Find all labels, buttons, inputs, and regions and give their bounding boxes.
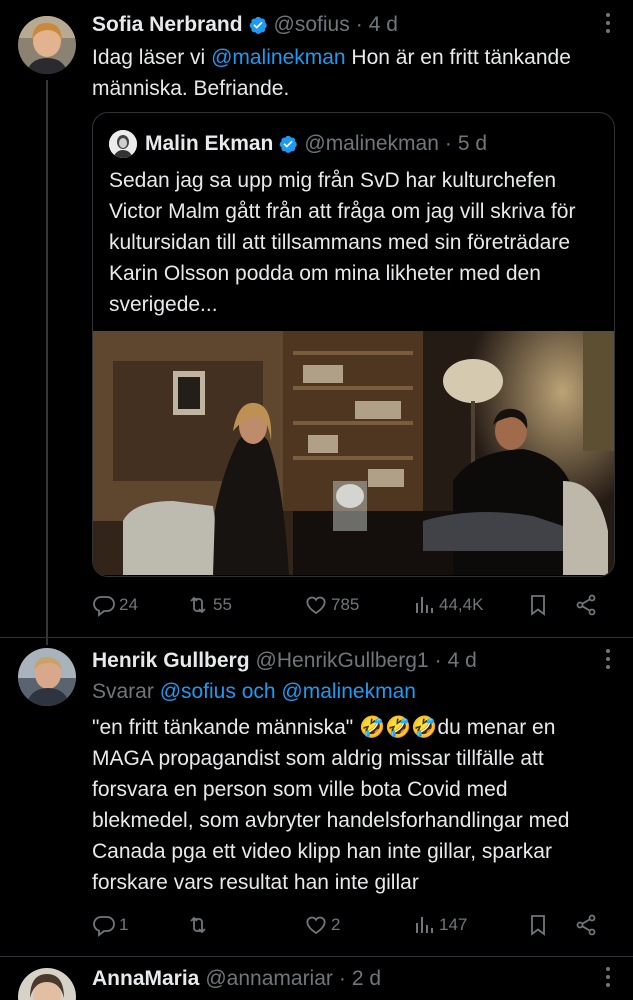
like-count: 2 [331,915,341,934]
divider [0,637,633,638]
heart-icon [306,596,326,615]
tweet-header: Henrik Gullberg @HenrikGullberg1 · 4 d [92,644,477,678]
author-handle[interactable]: @sofius [274,13,350,37]
share-button[interactable] [574,913,604,937]
reply-to-links[interactable]: @sofius och @malinekman [160,680,416,703]
more-options-icon[interactable] [605,12,611,34]
quote-header: Malin Ekman @malinekman · 5 d [109,127,487,161]
quoted-tweet[interactable]: Malin Ekman @malinekman · 5 d Sedan jag … [92,112,615,577]
author-name[interactable]: Sofia Nerbrand [92,13,243,37]
bookmark-button[interactable] [526,593,574,617]
views-count: 44,4K [439,595,484,614]
tweet-text: "en fritt tänkande människa" 🤣🤣🤣du menar… [92,716,570,894]
timestamp[interactable]: 2 d [352,967,381,991]
tweet-header: AnnaMaria @annamariar · 2 d [92,962,381,996]
author-name[interactable]: Henrik Gullberg [92,649,250,673]
repost-icon [190,916,206,934]
bookmark-button[interactable] [526,913,574,937]
tweet-text: Idag läser vi @malinekman Hon är en frit… [92,42,612,104]
verified-badge-icon [280,135,298,153]
avatar[interactable] [18,648,76,706]
separator-dot: · [355,13,363,36]
reply-icon [93,596,115,617]
tweet-actions: 24 55 785 44,4K [92,590,612,620]
author-handle[interactable]: @annamariar [205,967,333,991]
separator-dot: · [434,649,442,672]
like-button[interactable]: 2 [304,913,412,937]
reply-context: Svarar @sofius och @malinekman [92,676,612,707]
share-icon [576,594,596,616]
views-icon [416,917,433,933]
views-icon [416,597,433,613]
share-button[interactable] [574,593,604,617]
bookmark-icon [531,595,545,616]
tweet-henrik[interactable]: Henrik Gullberg @HenrikGullberg1 · 4 d S… [0,644,633,954]
repost-button[interactable]: 55 [186,593,304,617]
quote-timestamp[interactable]: 5 d [458,132,487,156]
avatar[interactable] [18,968,76,1000]
like-count: 785 [331,595,360,614]
separator-dot: · [338,967,346,990]
views-button[interactable]: 147 [412,913,526,937]
views-button[interactable]: 44,4K [412,593,526,617]
views-count: 147 [439,915,468,934]
reply-count: 24 [119,595,138,614]
heart-icon [306,916,326,935]
bookmark-icon [531,915,545,936]
thread-line [46,80,48,645]
author-handle[interactable]: @HenrikGullberg1 [256,649,429,673]
timestamp[interactable]: 4 d [369,13,398,37]
tweet-annamaria[interactable]: AnnaMaria @annamariar · 2 d [0,962,633,1000]
avatar[interactable] [18,16,76,74]
repost-button[interactable] [186,913,304,937]
quote-author-name[interactable]: Malin Ekman [145,132,273,156]
quote-photo[interactable] [93,331,614,575]
reply-icon [93,916,115,937]
reply-label: Svarar [92,680,160,703]
like-button[interactable]: 785 [304,593,412,617]
tweet-actions: 1 2 147 [92,910,612,940]
quote-text: Sedan jag sa upp mig från SvD har kultur… [109,169,576,316]
more-options-icon[interactable] [605,648,611,670]
mention-link[interactable]: @malinekman [211,46,346,69]
tweet-sofia[interactable]: Sofia Nerbrand @sofius · 4 d Idag läser … [0,8,633,645]
separator-dot: · [444,132,452,155]
reply-count: 1 [119,915,129,934]
quote-author-handle[interactable]: @malinekman [304,132,439,156]
more-options-icon[interactable] [605,966,611,988]
divider [0,956,633,957]
repost-count: 55 [213,595,232,614]
quote-avatar[interactable] [109,130,137,158]
verified-badge-icon [249,16,267,34]
timestamp[interactable]: 4 d [448,649,477,673]
share-icon [576,914,596,936]
author-name[interactable]: AnnaMaria [92,967,199,991]
repost-icon [190,596,206,614]
reply-button[interactable]: 24 [92,593,186,617]
tweet-text-prefix: Idag läser vi [92,46,212,69]
tweet-header: Sofia Nerbrand @sofius · 4 d [92,8,398,42]
reply-button[interactable]: 1 [92,913,186,937]
